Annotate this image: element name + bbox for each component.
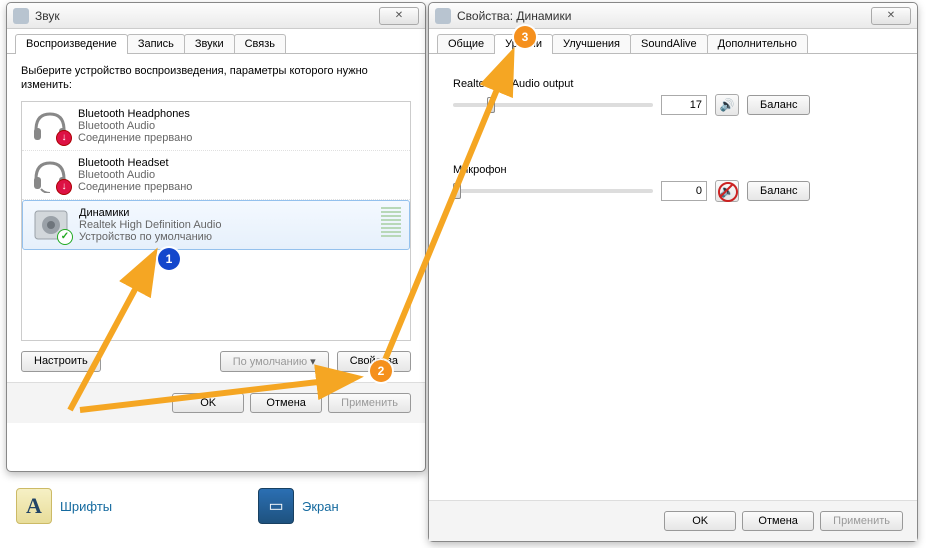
device-desc: Realtek High Definition Audio xyxy=(79,219,381,231)
tab-communications[interactable]: Связь xyxy=(234,34,286,53)
sound-title-icon xyxy=(13,8,29,24)
tab-general[interactable]: Общие xyxy=(437,34,495,53)
status-error-icon xyxy=(56,130,72,146)
annotation-marker-3: 3 xyxy=(514,26,536,48)
close-icon[interactable] xyxy=(379,7,419,25)
volume-slider[interactable] xyxy=(453,103,653,107)
slider-thumb[interactable] xyxy=(453,183,461,199)
tab-soundalive[interactable]: SoundAlive xyxy=(630,34,708,53)
device-status: Соединение прервано xyxy=(78,181,402,193)
cancel-button[interactable]: Отмена xyxy=(742,511,814,531)
tab-advanced[interactable]: Дополнительно xyxy=(707,34,808,53)
annotation-marker-2: 2 xyxy=(370,360,392,382)
device-item[interactable]: Bluetooth Headset Bluetooth Audio Соедин… xyxy=(22,151,410,200)
slider-thumb[interactable] xyxy=(487,97,495,113)
headset-icon xyxy=(30,157,70,193)
sound-pane: Выберите устройство воспроизведения, пар… xyxy=(7,54,425,382)
desktop-label-screen: Экран xyxy=(302,499,339,514)
device-name: Bluetooth Headset xyxy=(78,157,402,169)
device-item[interactable]: Bluetooth Headphones Bluetooth Audio Сое… xyxy=(22,102,410,151)
properties-title: Свойства: Динамики xyxy=(457,9,871,23)
close-icon[interactable] xyxy=(871,7,911,25)
device-status: Устройство по умолчанию xyxy=(79,231,381,243)
desktop-item-screen[interactable]: Экран xyxy=(258,488,339,524)
sound-titlebar[interactable]: Звук xyxy=(7,3,425,29)
properties-tabs: Общие Уровни Улучшения SoundAlive Дополн… xyxy=(429,29,917,54)
sound-title: Звук xyxy=(35,9,379,23)
fonts-icon xyxy=(16,488,52,524)
volume-value: 17 xyxy=(661,95,707,115)
screen-icon xyxy=(258,488,294,524)
properties-title-icon xyxy=(435,8,451,24)
device-desc: Bluetooth Audio xyxy=(78,120,402,132)
status-ok-icon xyxy=(57,229,73,245)
speakers-icon xyxy=(31,207,71,243)
balance-button[interactable]: Баланс xyxy=(747,181,810,201)
level-meter xyxy=(381,207,401,237)
desktop-label-fonts: Шрифты xyxy=(60,499,112,514)
volume-value: 0 xyxy=(661,181,707,201)
sound-instructions: Выберите устройство воспроизведения, пар… xyxy=(21,64,411,93)
ok-button[interactable]: OK xyxy=(172,393,244,413)
tab-sounds[interactable]: Звуки xyxy=(184,34,235,53)
desktop-item-fonts[interactable]: Шрифты xyxy=(16,488,112,524)
level-group-output: Realtek HD Audio output 17 Баланс xyxy=(453,78,893,116)
level-group-microphone: Микрофон 0 Баланс xyxy=(453,164,893,202)
level-label: Realtek HD Audio output xyxy=(453,78,893,90)
properties-dialog-buttons: OK Отмена Применить xyxy=(429,500,917,541)
tab-recording[interactable]: Запись xyxy=(127,34,185,53)
configure-button[interactable]: Настроить xyxy=(21,351,101,372)
levels-pane: Realtek HD Audio output 17 Баланс Микроф… xyxy=(429,54,917,274)
device-status: Соединение прервано xyxy=(78,132,402,144)
apply-button[interactable]: Применить xyxy=(328,393,411,413)
device-item-selected[interactable]: Динамики Realtek High Definition Audio У… xyxy=(22,200,410,250)
tab-playback[interactable]: Воспроизведение xyxy=(15,34,128,53)
volume-slider[interactable] xyxy=(453,189,653,193)
sound-tabs: Воспроизведение Запись Звуки Связь xyxy=(7,29,425,54)
device-name: Bluetooth Headphones xyxy=(78,108,402,120)
device-desc: Bluetooth Audio xyxy=(78,169,402,181)
mute-button-muted[interactable] xyxy=(715,180,739,202)
cancel-button[interactable]: Отмена xyxy=(250,393,322,413)
balance-button[interactable]: Баланс xyxy=(747,95,810,115)
ok-button[interactable]: OK xyxy=(664,511,736,531)
set-default-button[interactable]: По умолчанию xyxy=(220,351,329,372)
sound-dialog-buttons: OK Отмена Применить xyxy=(7,382,425,423)
level-label: Микрофон xyxy=(453,164,893,176)
annotation-marker-1: 1 xyxy=(158,248,180,270)
device-list[interactable]: Bluetooth Headphones Bluetooth Audio Сое… xyxy=(21,101,411,341)
properties-window: Свойства: Динамики Общие Уровни Улучшени… xyxy=(428,2,918,542)
status-error-icon xyxy=(56,179,72,195)
headphones-icon xyxy=(30,108,70,144)
device-name: Динамики xyxy=(79,207,381,219)
mute-button[interactable] xyxy=(715,94,739,116)
sound-window: Звук Воспроизведение Запись Звуки Связь … xyxy=(6,2,426,472)
tab-enhancements[interactable]: Улучшения xyxy=(552,34,631,53)
properties-titlebar[interactable]: Свойства: Динамики xyxy=(429,3,917,29)
apply-button[interactable]: Применить xyxy=(820,511,903,531)
